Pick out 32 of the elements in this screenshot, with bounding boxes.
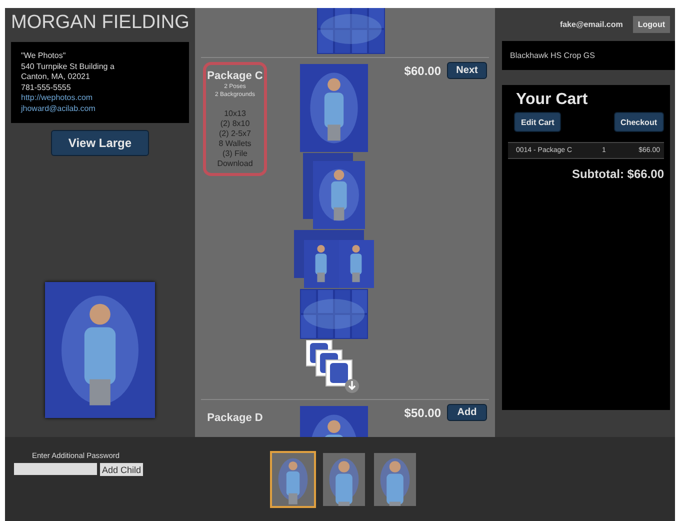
package-price: $50.00 bbox=[404, 405, 441, 420]
package-name: Package C bbox=[207, 69, 263, 83]
user-email: fake@email.com bbox=[560, 20, 623, 28]
thumbnail[interactable] bbox=[321, 451, 367, 508]
package-item: 10x13 bbox=[224, 109, 246, 119]
download-files-icon bbox=[306, 340, 362, 396]
logout-button[interactable]: Logout bbox=[632, 16, 670, 32]
studio-info-line: "We Photos" bbox=[21, 51, 67, 62]
subtotal: Subtotal: $66.00 bbox=[570, 167, 664, 181]
view-large-button[interactable]: View Large bbox=[51, 130, 149, 156]
package-item: (2) 8x10 bbox=[220, 119, 250, 129]
page-title: MORGAN FIELDING bbox=[10, 12, 190, 34]
studio-info-line: 781-555-5555 bbox=[21, 82, 72, 93]
thumbnail[interactable] bbox=[372, 451, 418, 508]
studio-link[interactable]: http://wephotos.com bbox=[21, 93, 179, 104]
edit-cart-button[interactable]: Edit Cart bbox=[514, 112, 562, 132]
studio-link[interactable]: jhoward@acilab.com bbox=[21, 104, 179, 114]
studio-info-line: 540 Turnpike St Building a bbox=[21, 62, 116, 72]
package-button[interactable]: Add bbox=[447, 404, 487, 421]
cart-title: Your Cart bbox=[516, 91, 589, 109]
add-child-button[interactable]: Add Child bbox=[100, 463, 144, 476]
package-button[interactable]: Next bbox=[447, 62, 487, 79]
package-price: $60.00 bbox=[404, 63, 441, 78]
package-item: (2) 2-5x7 bbox=[218, 129, 251, 139]
gallery-name: Blackhawk HS Crop GS bbox=[502, 41, 675, 70]
password-field[interactable] bbox=[14, 463, 97, 475]
thumbnail[interactable] bbox=[270, 451, 316, 508]
package-name: Package D bbox=[207, 411, 263, 425]
package-item: (3) File Download bbox=[216, 149, 254, 169]
checkout-button[interactable]: Checkout bbox=[614, 112, 664, 132]
package-item: 8 Wallets bbox=[218, 139, 252, 149]
studio-info-line: Canton, MA, 02021 bbox=[21, 72, 91, 82]
